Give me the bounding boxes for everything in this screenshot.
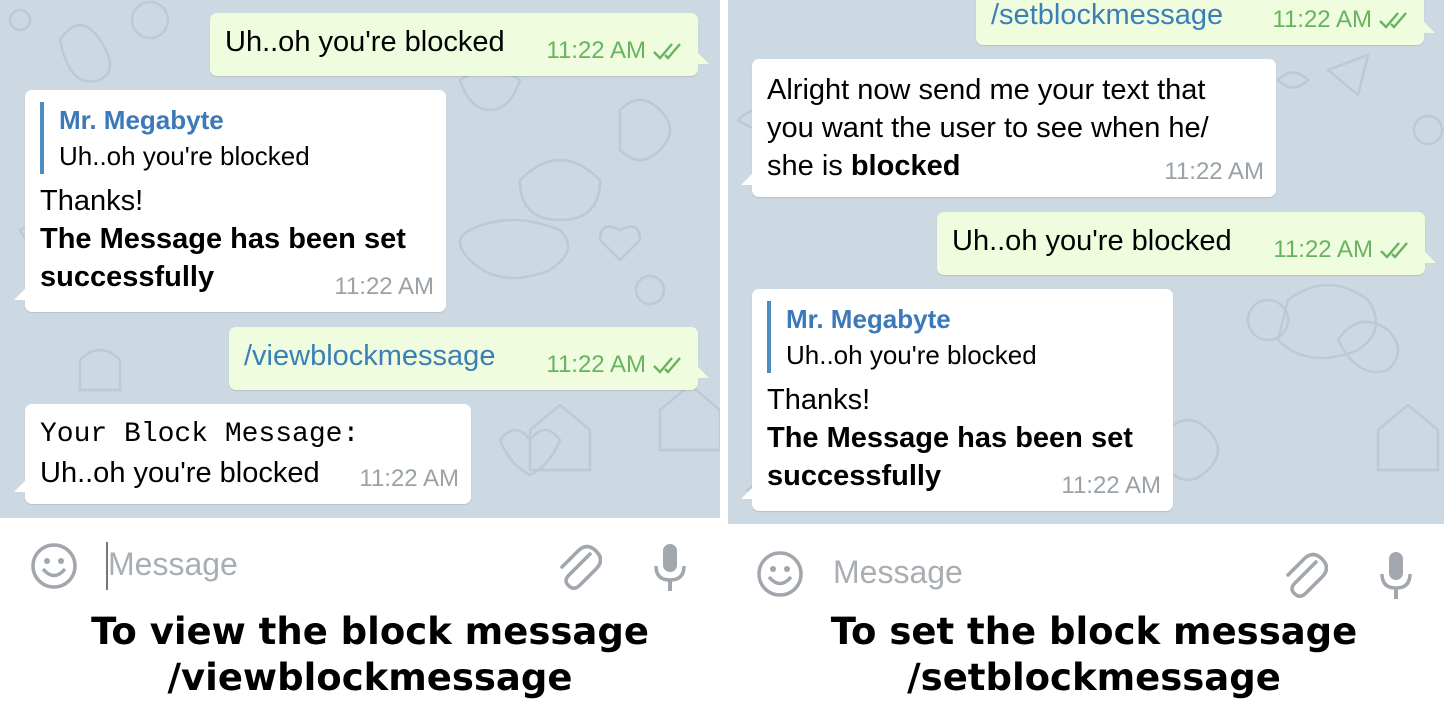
emoji-icon[interactable] <box>30 542 78 590</box>
message-time: 11:22 AM <box>1061 472 1161 499</box>
message-input-bar: Message <box>0 518 720 610</box>
message-time: 11:22 AM <box>1164 158 1264 185</box>
message-incoming-reply: Mr. Megabyte Uh..oh you're blocked Thank… <box>14 90 446 312</box>
message-time: 11:22 AM <box>359 465 459 492</box>
message-time: 11:22 AM <box>1273 236 1373 263</box>
double-check-icon <box>1380 242 1408 259</box>
attach-icon[interactable] <box>1280 550 1328 600</box>
attach-icon[interactable] <box>554 542 602 592</box>
message-outgoing: /setblockmessage 11:22 AM <box>976 0 1435 45</box>
message-text: Uh..oh you're blocked <box>952 225 1232 257</box>
message-time: 11:22 AM <box>546 351 646 378</box>
caption: To set the block message /setblockmessag… <box>736 609 1444 701</box>
chat-area: /setblockmessage 11:22 AM Alright now se… <box>728 0 1444 524</box>
caption-line: /viewblockmessage <box>167 656 573 699</box>
reply-author: Mr. Megabyte <box>59 105 224 135</box>
emoji-icon[interactable] <box>756 550 804 598</box>
message-outgoing: Uh..oh you're blocked 11:22 AM <box>937 212 1436 275</box>
reply-text: Uh..oh you're blocked <box>59 141 310 171</box>
double-check-icon <box>1379 12 1407 29</box>
reply-quote: Mr. Megabyte Uh..oh you're blocked <box>40 102 432 174</box>
message-outgoing: Uh..oh you're blocked 11:22 AM <box>210 13 709 76</box>
message-text-bold: The Message has been set <box>40 223 406 255</box>
message-text: Uh..oh you're blocked <box>225 26 505 58</box>
caption-line: To set the block message <box>830 610 1358 653</box>
message-input-bar: Message <box>728 524 1444 616</box>
mic-icon[interactable] <box>1378 550 1414 602</box>
message-time: 11:22 AM <box>334 273 434 300</box>
command-link[interactable]: /setblockmessage <box>991 0 1223 31</box>
double-check-icon <box>653 357 681 374</box>
caption: To view the block message /viewblockmess… <box>10 609 730 701</box>
message-input[interactable]: Message <box>108 546 238 583</box>
message-incoming-reply: Mr. Megabyte Uh..oh you're blocked Thank… <box>741 289 1173 511</box>
message-text-mono: Your Block Message: <box>40 419 360 450</box>
message-text: Thanks! <box>767 384 871 416</box>
message-input[interactable]: Message <box>833 554 963 591</box>
message-outgoing: /viewblockmessage 11:22 AM <box>229 327 709 390</box>
message-incoming: Alright now send me your text that you w… <box>741 59 1276 197</box>
double-check-icon <box>653 43 681 60</box>
chat-area: Uh..oh you're blocked 11:22 AM Mr. Megab… <box>0 0 720 518</box>
message-text: Alright now send me your text that <box>767 74 1206 106</box>
message-text: Thanks! <box>40 185 144 217</box>
message-text-bold: blocked <box>850 150 961 182</box>
message-text-bold: The Message has been set <box>767 422 1133 454</box>
caption-line: To view the block message <box>91 610 649 653</box>
reply-author: Mr. Megabyte <box>786 304 951 334</box>
reply-quote: Mr. Megabyte Uh..oh you're blocked <box>767 301 1159 373</box>
message-text: she is <box>767 150 851 182</box>
message-time: 11:22 AM <box>546 37 646 64</box>
message-incoming: Your Block Message: Uh..oh you're blocke… <box>14 404 471 504</box>
reply-text: Uh..oh you're blocked <box>786 340 1037 370</box>
mic-icon[interactable] <box>652 542 688 594</box>
message-time: 11:22 AM <box>1272 6 1372 33</box>
message-text: you want the user to see when he/ <box>767 112 1209 144</box>
caption-line: /setblockmessage <box>907 656 1281 699</box>
command-link[interactable]: /viewblockmessage <box>244 340 495 372</box>
